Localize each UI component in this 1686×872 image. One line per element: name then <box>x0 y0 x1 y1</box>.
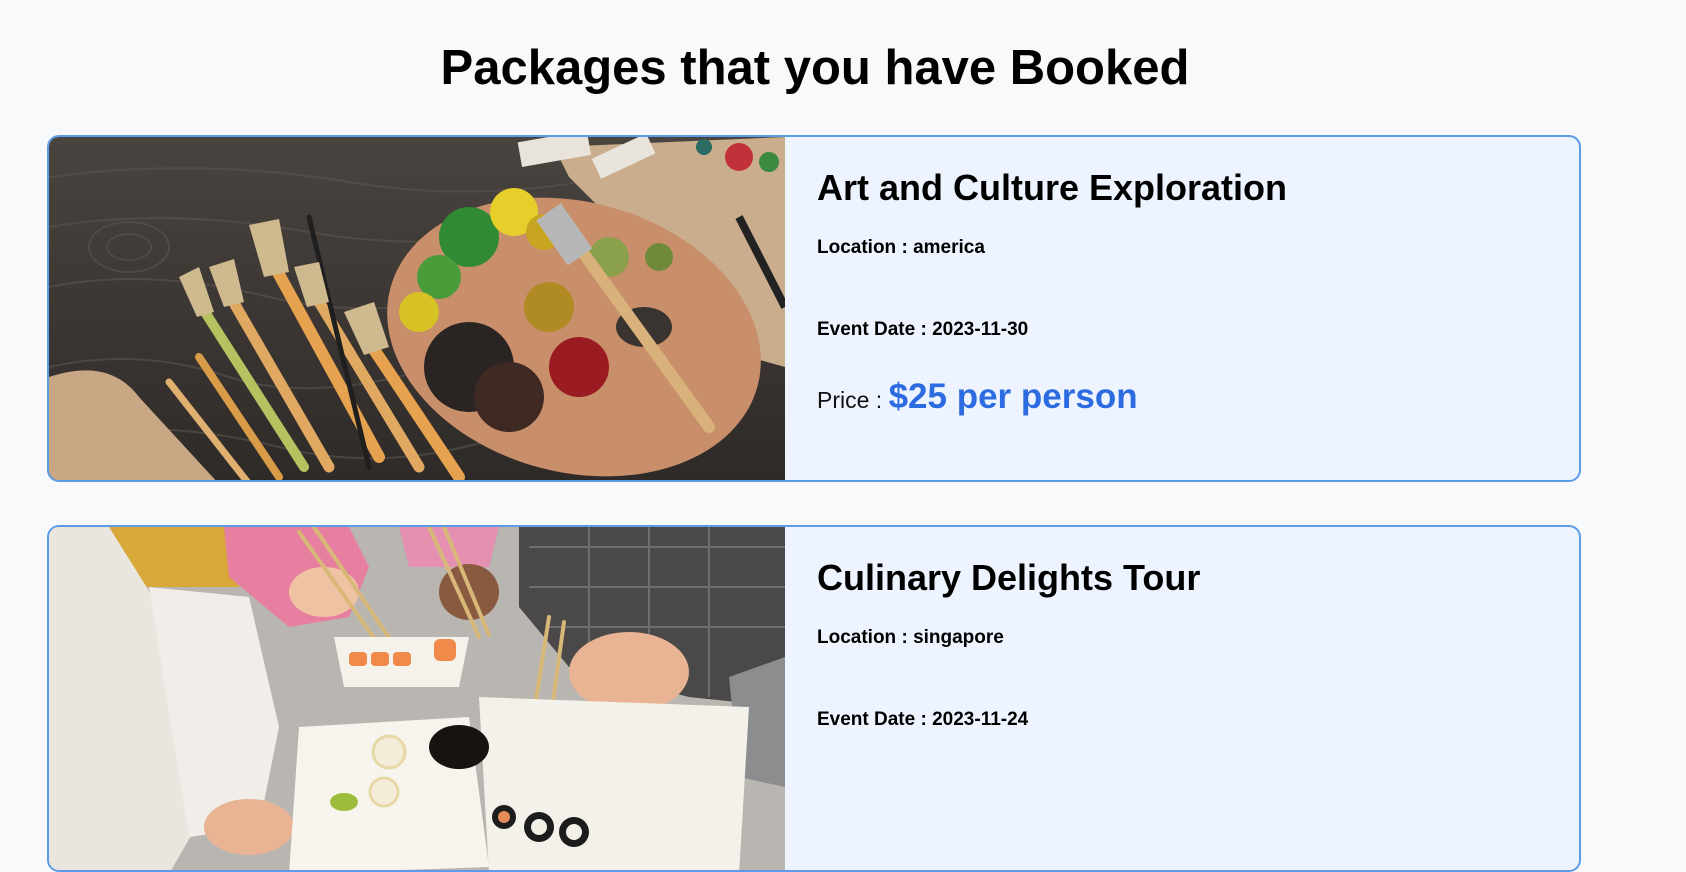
price-value: $25 per person <box>888 377 1138 416</box>
package-info: Art and Culture Exploration Location : a… <box>817 137 1559 480</box>
event-date-label: Event Date : <box>817 709 933 730</box>
sushi-dinner-image <box>49 527 785 870</box>
package-price: Price : $25 per person <box>817 377 1138 417</box>
package-card[interactable]: Art and Culture Exploration Location : a… <box>47 135 1581 482</box>
package-event-date: Event Date : 2023-11-24 <box>817 709 1028 731</box>
package-title: Culinary Delights Tour <box>817 557 1201 598</box>
event-date-value: 2023-11-30 <box>932 319 1029 340</box>
price-label: Price : <box>817 387 889 413</box>
location-label: Location : <box>817 237 914 258</box>
art-palette-image <box>49 137 785 480</box>
package-image <box>49 527 785 870</box>
package-card[interactable]: Culinary Delights Tour Location : singap… <box>47 525 1581 872</box>
package-title: Art and Culture Exploration <box>817 167 1288 208</box>
package-info: Culinary Delights Tour Location : singap… <box>817 527 1559 870</box>
location-label: Location : <box>817 627 914 648</box>
location-value: singapore <box>913 627 1004 648</box>
event-date-label: Event Date : <box>817 319 933 340</box>
package-location: Location : singapore <box>817 627 1004 649</box>
event-date-value: 2023-11-24 <box>932 709 1029 730</box>
package-image <box>49 137 785 480</box>
package-event-date: Event Date : 2023-11-30 <box>817 319 1028 341</box>
package-location: Location : america <box>817 237 985 259</box>
page-title: Packages that you have Booked <box>440 41 1190 95</box>
location-value: america <box>913 237 985 258</box>
